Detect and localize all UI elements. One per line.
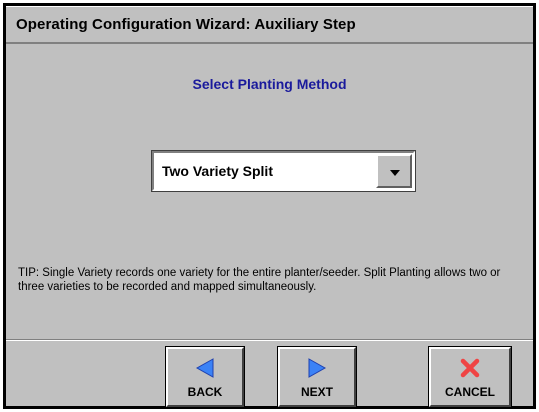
wizard-window: Operating Configuration Wizard: Auxiliar… xyxy=(3,3,536,409)
footer-divider xyxy=(6,339,533,341)
next-button-label: NEXT xyxy=(300,385,333,399)
section-heading: Select Planting Method xyxy=(192,76,347,92)
tip-text: TIP: Single Variety records one variety … xyxy=(18,267,501,293)
arrow-right-icon xyxy=(308,358,327,378)
back-button[interactable]: BACK xyxy=(165,346,245,408)
cancel-button[interactable]: CANCEL xyxy=(428,346,512,408)
title-bar: Operating Configuration Wizard: Auxiliar… xyxy=(6,6,533,44)
planting-method-dropdown[interactable]: Two Variety Split xyxy=(151,150,416,192)
next-button[interactable]: NEXT xyxy=(277,346,357,408)
caret-down-icon xyxy=(390,170,400,176)
dropdown-toggle-button[interactable] xyxy=(376,154,412,188)
back-button-label: BACK xyxy=(187,385,223,399)
x-icon xyxy=(460,358,480,378)
cancel-button-label: CANCEL xyxy=(445,385,495,399)
planting-method-value: Two Variety Split xyxy=(162,163,273,179)
window-title: Operating Configuration Wizard: Auxiliar… xyxy=(16,16,356,33)
arrow-left-icon xyxy=(195,358,214,378)
